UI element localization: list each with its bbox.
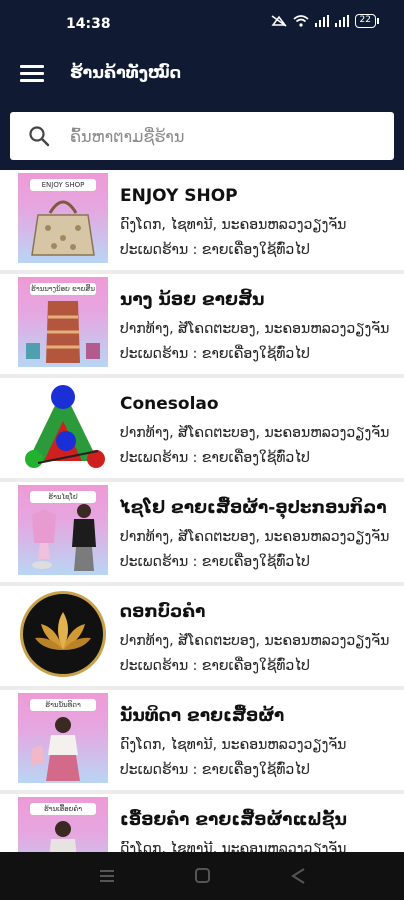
- search-box[interactable]: [10, 112, 394, 160]
- shop-list-item[interactable]: Conesolao ປາກທ້າງ, ສີໂຄດຕະບອງ, ນະຄອນຫລວງ…: [0, 378, 404, 478]
- page-title: ຮ້ານຄ້າທັງໝົດ: [70, 63, 182, 82]
- shop-thumbnail: ຮ້ານໄຊໂຢ: [18, 485, 108, 575]
- hamburger-icon[interactable]: [20, 65, 44, 83]
- shop-address: ດົງໂດກ, ໄຊທານີ, ນະຄອນຫລວງວຽງຈັນ: [120, 737, 347, 753]
- system-nav-bar: [0, 852, 404, 900]
- thumbnail-tag: ຮ້ານນັນທິດາ: [30, 699, 96, 711]
- home-icon[interactable]: [191, 866, 213, 886]
- search-input[interactable]: [70, 124, 380, 148]
- shop-address: ປາກທ້າງ, ສີໂຄດຕະບອງ, ນະຄອນຫລວງວຽງຈັນ: [120, 321, 390, 337]
- status-icons: 22: [271, 14, 380, 28]
- shop-name: ນັນທິດາ ຂາຍເສື້ອຜ້າ: [120, 706, 285, 726]
- shop-address: ປາກທ້າງ, ສີໂຄດຕະບອງ, ນະຄອນຫລວງວຽງຈັນ: [120, 633, 390, 649]
- shop-type: ປະເພດຮ້ານ : ຂາຍເຄື່ອງໃຊ້ທົ່ວໄປ: [120, 658, 310, 674]
- shop-address: ດົງໂດກ, ໄຊທານີ, ນະຄອນຫລວງວຽງຈັນ: [120, 841, 347, 852]
- shop-name: ໄຊໂຢ ຂາຍເສື້ອຜ້າ-ອຸປະກອນກິລາ: [120, 498, 387, 518]
- shop-address: ປາກທ້າງ, ສີໂຄດຕະບອງ, ນະຄອນຫລວງວຽງຈັນ: [120, 425, 390, 441]
- thumbnail-tag: ຮ້ານເອື້ອຍຄຳ: [30, 803, 96, 815]
- shop-thumbnail: [18, 381, 108, 471]
- shop-address: ປາກທ້າງ, ສີໂຄດຕະບອງ, ນະຄອນຫລວງວຽງຈັນ: [120, 529, 390, 545]
- shop-name: ນາງ ນ້ອຍ ຂາຍສິ້ນ: [120, 290, 265, 310]
- shop-thumbnail: ຮ້ານນັນທິດາ: [18, 693, 108, 783]
- shop-name: Conesolao: [120, 394, 219, 414]
- signal-icon: [334, 15, 349, 27]
- signal-icon: [314, 15, 329, 27]
- thumbnail-tag: ຮ້ານໄຊໂຢ: [30, 491, 96, 503]
- shop-list-item[interactable]: ດອກບົວຄຳ ປາກທ້າງ, ສີໂຄດຕະບອງ, ນະຄອນຫລວງວ…: [0, 586, 404, 686]
- shop-type: ປະເພດຮ້ານ : ຂາຍເຄື່ອງໃຊ້ທົ່ວໄປ: [120, 762, 310, 778]
- cones-logo-image: [25, 385, 105, 468]
- notification-icon: [271, 15, 287, 27]
- shop-list-item[interactable]: ENJOY SHOP ENJOY SHOP ດົງໂດກ, ໄຊທານີ, ນະ…: [0, 170, 404, 270]
- shop-type: ປະເພດຮ້ານ : ຂາຍເຄື່ອງໃຊ້ທົ່ວໄປ: [120, 242, 310, 258]
- shop-list-item[interactable]: ຮ້ານນາງນ້ອຍ ຂາຍສິ້ນ ນາງ ນ້ອຍ ຂາຍສິ້ນ ປາກ…: [0, 274, 404, 374]
- status-time: 14:38: [66, 16, 111, 32]
- shop-list-item[interactable]: ຮ້ານໄຊໂຢ ໄຊໂຢ ຂາຍເສື້ອຜ້າ-ອຸປະກອນກິລາ ປາ…: [0, 482, 404, 582]
- status-bar: 14:38 22: [0, 0, 404, 46]
- shop-name: ເອື້ອຍຄຳ ຂາຍເສື້ອຜ້າແຟຊັ້ນ: [120, 810, 347, 830]
- shop-thumbnail: ENJOY SHOP: [18, 173, 108, 263]
- shop-type: ປະເພດຮ້ານ : ຂາຍເຄື່ອງໃຊ້ທົ່ວໄປ: [120, 346, 310, 362]
- wifi-icon: [293, 15, 309, 27]
- shop-list-item[interactable]: ຮ້ານເອື້ອຍຄຳ ເອື້ອຍຄຳ ຂາຍເສື້ອຜ້າແຟຊັ້ນ …: [0, 794, 404, 852]
- app-bar: ຮ້ານຄ້າທັງໝົດ: [0, 46, 404, 102]
- search-icon: [29, 126, 50, 147]
- thumbnail-tag: ຮ້ານນາງນ້ອຍ ຂາຍສິ້ນ: [30, 283, 96, 295]
- shop-name: ENJOY SHOP: [120, 186, 238, 206]
- search-bar: [0, 102, 404, 170]
- battery-icon: 22: [354, 14, 380, 28]
- shop-type: ປະເພດຮ້ານ : ຂາຍເຄື່ອງໃຊ້ທົ່ວໄປ: [120, 554, 310, 570]
- back-icon[interactable]: [288, 866, 310, 886]
- shop-list[interactable]: ENJOY SHOP ENJOY SHOP ດົງໂດກ, ໄຊທານີ, ນະ…: [0, 170, 404, 852]
- recents-icon[interactable]: [96, 866, 118, 886]
- shop-name: ດອກບົວຄຳ: [120, 602, 206, 622]
- lotus-logo: [20, 591, 106, 677]
- shop-thumbnail: ຮ້ານເອື້ອຍຄຳ: [18, 797, 108, 852]
- shop-address: ດົງໂດກ, ໄຊທານີ, ນະຄອນຫລວງວຽງຈັນ: [120, 217, 347, 233]
- shop-list-item[interactable]: ຮ້ານນັນທິດາ ນັນທິດາ ຂາຍເສື້ອຜ້າ ດົງໂດກ, …: [0, 690, 404, 790]
- thumbnail-tag: ENJOY SHOP: [30, 179, 96, 191]
- shop-type: ປະເພດຮ້ານ : ຂາຍເຄື່ອງໃຊ້ທົ່ວໄປ: [120, 450, 310, 466]
- shop-thumbnail: [18, 589, 108, 679]
- shop-thumbnail: ຮ້ານນາງນ້ອຍ ຂາຍສິ້ນ: [18, 277, 108, 367]
